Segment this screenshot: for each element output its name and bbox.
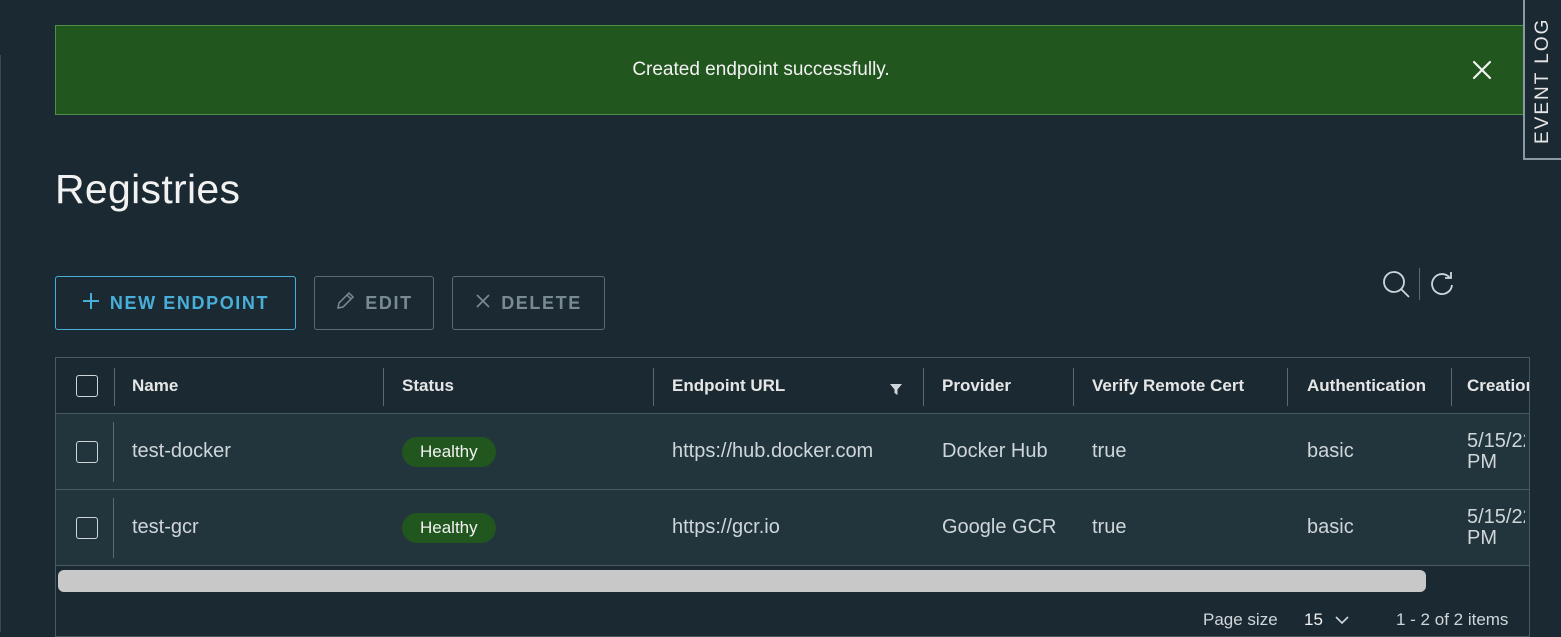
row-creation: 5/15/22, PM (1467, 429, 1525, 473)
row-status-cell: Healthy (402, 490, 496, 565)
page-size-value: 15 (1304, 610, 1323, 629)
scrollbar-thumb[interactable] (58, 570, 1426, 592)
page-size-select[interactable]: 15 (1304, 610, 1349, 630)
pagination-range: 1 - 2 of 2 items (1396, 610, 1509, 629)
edit-label: EDIT (365, 292, 413, 313)
status-badge: Healthy (402, 512, 496, 543)
column-divider[interactable] (923, 368, 924, 406)
row-divider (113, 498, 114, 558)
select-all-checkbox[interactable] (76, 374, 98, 397)
table-row: test-docker Healthy https://hub.docker.c… (56, 414, 1529, 490)
column-divider[interactable] (1451, 368, 1452, 406)
column-header-status[interactable]: Status (402, 358, 454, 413)
column-divider[interactable] (653, 368, 654, 406)
close-icon[interactable] (1468, 56, 1496, 84)
row-creation: 5/15/22, PM (1467, 505, 1525, 549)
select-all-cell (76, 358, 98, 413)
filter-icon[interactable] (889, 382, 903, 396)
delete-label: DELETE (501, 292, 582, 313)
delete-button[interactable]: DELETE (452, 276, 605, 330)
x-icon (475, 293, 491, 314)
toolbar-divider (1419, 268, 1420, 300)
table-row: test-gcr Healthy https://gcr.io Google G… (56, 490, 1529, 566)
column-divider (114, 368, 115, 406)
row-provider: Google GCR (942, 516, 1057, 538)
page-title: Registries (55, 166, 241, 212)
plus-icon (82, 292, 100, 315)
status-badge: Healthy (402, 436, 496, 467)
row-select-cell (76, 490, 98, 565)
column-header-name[interactable]: Name (132, 358, 178, 413)
row-checkbox[interactable] (76, 516, 98, 539)
row-verify-remote-cert: true (1092, 516, 1127, 538)
page-size-label: Page size (1203, 610, 1278, 629)
pencil-icon (335, 291, 355, 316)
row-checkbox[interactable] (76, 440, 98, 463)
row-divider (113, 422, 114, 482)
grid-header: Name Status Endpoint URL Provider Verify… (56, 358, 1529, 414)
success-alert: Created endpoint successfully. (55, 25, 1527, 115)
row-endpoint-url: https://hub.docker.com (672, 440, 874, 462)
left-edge-divider (0, 55, 1, 632)
edit-button[interactable]: EDIT (314, 276, 434, 330)
event-log-label: EVENT LOG (1532, 17, 1553, 144)
search-icon[interactable] (1381, 269, 1411, 299)
new-endpoint-button[interactable]: NEW ENDPOINT (55, 276, 296, 330)
row-provider: Docker Hub (942, 440, 1048, 462)
refresh-icon[interactable] (1428, 269, 1456, 299)
column-divider[interactable] (1073, 368, 1074, 406)
chevron-down-icon (1335, 610, 1349, 630)
row-endpoint-url: https://gcr.io (672, 516, 780, 538)
column-header-authentication[interactable]: Authentication (1307, 358, 1426, 413)
row-name: test-docker (132, 440, 231, 462)
column-header-verify-remote-cert[interactable]: Verify Remote Cert (1092, 358, 1244, 413)
column-divider[interactable] (383, 368, 384, 406)
registries-grid: Name Status Endpoint URL Provider Verify… (55, 357, 1530, 637)
new-endpoint-label: NEW ENDPOINT (109, 292, 270, 313)
column-header-endpoint-url[interactable]: Endpoint URL (672, 358, 785, 413)
column-header-provider[interactable]: Provider (942, 358, 1011, 413)
row-name: test-gcr (132, 516, 199, 538)
event-log-tab[interactable]: EVENT LOG (1523, 0, 1561, 160)
row-status-cell: Healthy (402, 414, 496, 489)
grid-footer: Page size 15 1 - 2 of 2 items (56, 594, 1529, 636)
column-header-creation[interactable]: Creation (1467, 358, 1529, 413)
column-divider[interactable] (1287, 368, 1288, 406)
row-select-cell (76, 414, 98, 489)
row-authentication: basic (1307, 440, 1354, 462)
horizontal-scrollbar[interactable] (56, 567, 1529, 593)
row-authentication: basic (1307, 516, 1354, 538)
row-verify-remote-cert: true (1092, 440, 1127, 462)
alert-message: Created endpoint successfully. (632, 59, 890, 80)
